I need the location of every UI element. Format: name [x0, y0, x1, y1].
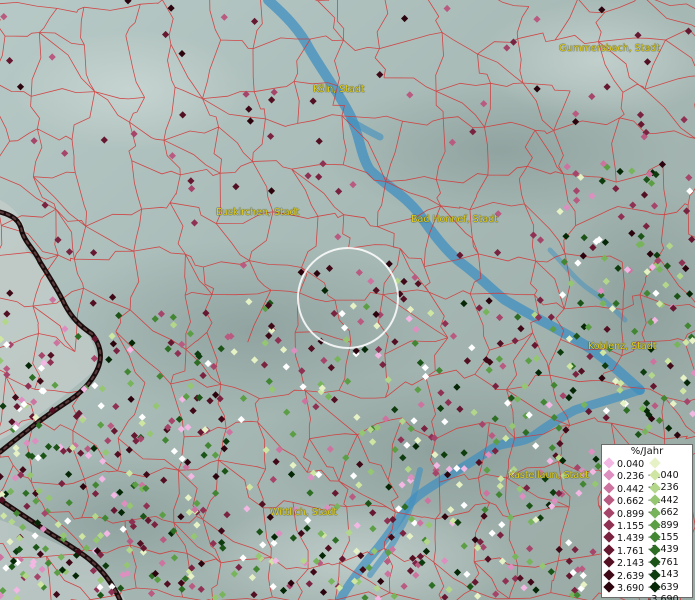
legend-row-positive: 0.899 — [602, 506, 645, 520]
legend-row-positive: 2.639 — [602, 568, 645, 582]
map-legend: %/Jahr 0.040 -0.040 0.236 -0.236 0.442 -0.442… — [601, 444, 693, 600]
legend-swatch — [603, 581, 615, 593]
legend-swatch — [603, 519, 615, 531]
map-view[interactable]: Gummersbach, Stadt Köln, Stadt Euskirche… — [0, 0, 695, 600]
legend-label: 0.662 — [617, 496, 645, 508]
legend-swatch — [649, 482, 661, 494]
city-label-wittlich: Wittlich, Stadt — [270, 507, 338, 518]
legend-row-positive: 3.690 — [602, 581, 645, 594]
legend-swatch — [603, 568, 615, 581]
legend-swatch — [603, 482, 615, 494]
legend-row-negative: -1.439 — [648, 531, 692, 555]
legend-swatch — [649, 581, 661, 593]
legend-swatch — [649, 544, 661, 556]
legend-row-negative: -2.143 — [648, 556, 692, 580]
legend-label: 2.143 — [617, 558, 645, 570]
legend-label: 0.236 — [617, 471, 645, 483]
legend-swatch — [603, 544, 615, 556]
city-label-koeln: Köln, Stadt — [313, 84, 365, 95]
legend-label: 0.040 — [617, 459, 645, 470]
legend-swatch — [649, 506, 661, 519]
legend-title: %/Jahr — [630, 446, 664, 457]
legend-row-negative: -3.690 — [648, 581, 692, 600]
legend-swatch — [649, 531, 661, 544]
legend-row-positive: 2.143 — [602, 556, 645, 570]
legend-label: 3.690 — [617, 583, 645, 594]
legend-swatch — [603, 556, 615, 568]
city-label-koblenz: Koblenz, Stadt — [588, 341, 657, 352]
legend-label: 1.761 — [617, 545, 645, 557]
legend-row-negative: -0.662 — [648, 494, 692, 518]
city-label-kastellaun: Kastellaun, Stadt — [508, 470, 589, 481]
legend-swatch — [649, 519, 661, 531]
legend-row-positive: 1.439 — [602, 531, 645, 545]
legend-label: -3.690 — [648, 594, 679, 600]
legend-label: 2.639 — [617, 570, 645, 582]
legend-swatch — [649, 568, 661, 581]
city-label-gummersbach: Gummersbach, Stadt — [559, 43, 661, 54]
legend-label: 0.899 — [617, 508, 645, 520]
legend-swatch — [603, 531, 615, 544]
legend-swatch — [603, 506, 615, 519]
legend-row-positive: 0.236 — [602, 469, 645, 483]
legend-label: 1.439 — [617, 533, 645, 545]
legend-row-positive: 0.662 — [602, 494, 645, 508]
legend-swatch — [649, 556, 661, 568]
legend-swatch — [649, 469, 661, 482]
legend-swatch — [649, 494, 661, 506]
legend-swatch — [603, 469, 615, 482]
city-label-euskirchen: Euskirchen, Stadt — [216, 207, 300, 218]
legend-swatch — [649, 457, 661, 469]
legend-swatch — [603, 457, 615, 469]
legend-label: 0.442 — [617, 483, 645, 495]
city-label-bad-honnef: Bad Honnef, Stadt — [411, 214, 498, 225]
legend-swatch — [603, 494, 615, 506]
legend-row-negative: -0.236 — [648, 469, 692, 493]
legend-label: 1.155 — [617, 521, 645, 532]
